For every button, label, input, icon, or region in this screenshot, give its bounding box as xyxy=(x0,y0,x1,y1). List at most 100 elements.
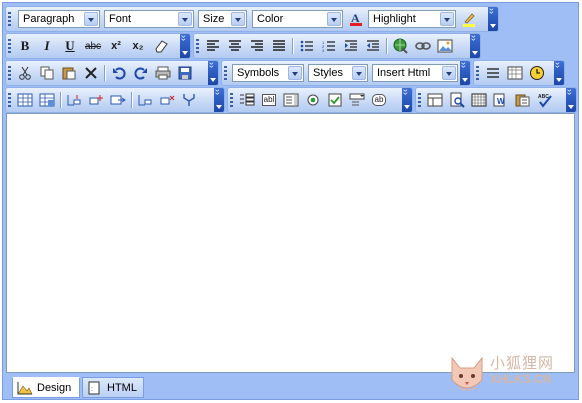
chevron-down-icon xyxy=(288,66,302,80)
align-left-button[interactable] xyxy=(203,37,223,55)
align-center-button[interactable] xyxy=(225,37,245,55)
horizontal-rule-button[interactable] xyxy=(483,64,503,82)
toolbar-grip[interactable] xyxy=(8,12,11,27)
font-select[interactable]: Font xyxy=(104,10,194,28)
paste-text-button[interactable] xyxy=(513,91,533,109)
underline-button[interactable]: U xyxy=(60,37,80,55)
align-center-icon xyxy=(229,40,241,51)
delete-row-button[interactable] xyxy=(135,91,155,109)
bullet-list-button[interactable] xyxy=(297,37,317,55)
insert-table-button[interactable] xyxy=(15,91,35,109)
outdent-button[interactable] xyxy=(363,37,383,55)
split-cell-icon xyxy=(183,94,195,106)
insert-layer-button[interactable] xyxy=(425,91,445,109)
watermark: 小狐狸网 XHLKS.CN xyxy=(440,350,575,400)
toolbar-overflow-button[interactable] xyxy=(566,88,576,112)
toolbar-overflow-button[interactable] xyxy=(402,88,412,112)
toolbar-grip[interactable] xyxy=(8,93,11,108)
bold-button[interactable]: B xyxy=(15,37,35,55)
insert-form-button[interactable] xyxy=(237,91,257,109)
undo-button[interactable] xyxy=(109,64,129,82)
copy-button[interactable] xyxy=(37,64,57,82)
insert-link-button[interactable] xyxy=(391,37,411,55)
toolbar-grip[interactable] xyxy=(196,39,199,54)
textarea-icon xyxy=(283,93,299,107)
indent-icon xyxy=(345,40,357,51)
checkbox-icon xyxy=(328,93,342,107)
preview-button[interactable] xyxy=(447,91,467,109)
delete-button[interactable] xyxy=(81,64,101,82)
insert-textbox-button[interactable]: abl xyxy=(259,91,279,109)
insert-time-button[interactable] xyxy=(527,64,547,82)
toolbar-overflow-button[interactable] xyxy=(488,7,498,31)
toolbar-grip[interactable] xyxy=(8,39,11,54)
paragraph-select[interactable]: Paragraph xyxy=(18,10,100,28)
toolbar-overflow-button[interactable] xyxy=(214,88,224,112)
insert-form-button-button[interactable]: ab xyxy=(369,91,389,109)
size-select-label: Size xyxy=(203,13,225,25)
clear-formatting-button[interactable] xyxy=(151,37,171,55)
insert-date-button[interactable] xyxy=(505,64,525,82)
save-button[interactable] xyxy=(175,64,195,82)
indent-button[interactable] xyxy=(341,37,361,55)
separator xyxy=(292,38,294,54)
font-color-button[interactable]: A xyxy=(346,10,366,28)
print-button[interactable] xyxy=(153,64,173,82)
insert-column-button[interactable] xyxy=(86,91,106,109)
toolbar-overflow-button[interactable] xyxy=(470,34,480,58)
insert-html-select-label: Insert Html xyxy=(377,67,431,79)
superscript-button[interactable]: x² xyxy=(106,37,126,55)
paste-button[interactable] xyxy=(59,64,79,82)
toolbar-overflow-button[interactable] xyxy=(180,34,190,58)
table-properties-button[interactable] xyxy=(37,91,57,109)
undo-icon xyxy=(113,67,126,80)
toolbar-grip[interactable] xyxy=(224,66,227,81)
insert-dropdown-button[interactable] xyxy=(347,91,367,109)
numbered-list-button[interactable]: 123 xyxy=(319,37,339,55)
color-select[interactable]: Color xyxy=(252,10,343,28)
insert-html-select[interactable]: Insert Html xyxy=(372,64,458,82)
redo-button[interactable] xyxy=(131,64,151,82)
spell-check-button[interactable]: ABC xyxy=(535,91,555,109)
cut-button[interactable] xyxy=(15,64,35,82)
toolbar-overflow-button[interactable] xyxy=(460,61,470,85)
word-clean-button[interactable]: W xyxy=(491,91,511,109)
highlight-select[interactable]: Highlight xyxy=(368,10,456,28)
toolbar-overflow-button[interactable] xyxy=(208,61,218,85)
tab-design-label: Design xyxy=(37,381,72,394)
toolbar-grip[interactable] xyxy=(418,93,421,108)
italic-button[interactable]: I xyxy=(37,37,57,55)
toolbar-grip[interactable] xyxy=(8,66,11,81)
full-screen-button[interactable] xyxy=(469,91,489,109)
form-icon xyxy=(240,93,255,106)
toolbar-grip[interactable] xyxy=(230,93,233,108)
split-cell-button[interactable] xyxy=(179,91,199,109)
paste-text-icon xyxy=(515,94,530,107)
insert-image-button[interactable] xyxy=(435,37,455,55)
delete-column-button[interactable] xyxy=(157,91,177,109)
strikethrough-button[interactable]: abc xyxy=(83,37,103,55)
tab-html[interactable]: : HTML xyxy=(82,377,144,398)
floppy-disk-icon xyxy=(178,66,192,80)
merge-cells-button[interactable] xyxy=(108,91,128,109)
editor-content-area[interactable] xyxy=(6,113,575,373)
toolbar-grip[interactable] xyxy=(476,66,479,81)
size-select[interactable]: Size xyxy=(198,10,247,28)
justify-button[interactable] xyxy=(269,37,289,55)
scissors-icon xyxy=(19,66,31,80)
toolbar-overflow-button[interactable] xyxy=(554,61,564,85)
svg-text:W: W xyxy=(497,97,505,106)
insert-textarea-button[interactable] xyxy=(281,91,301,109)
styles-select[interactable]: Styles xyxy=(308,64,368,82)
insert-row-button[interactable] xyxy=(64,91,84,109)
symbols-select[interactable]: Symbols xyxy=(232,64,304,82)
insert-checkbox-button[interactable] xyxy=(325,91,345,109)
align-right-button[interactable] xyxy=(247,37,267,55)
insert-radio-button[interactable] xyxy=(303,91,323,109)
subscript-button[interactable]: x₂ xyxy=(128,37,148,55)
font-color-icon: A xyxy=(350,11,362,26)
highlight-color-button[interactable] xyxy=(459,10,479,28)
tab-design[interactable]: Design xyxy=(12,377,80,398)
insert-row-icon xyxy=(67,95,81,106)
remove-link-button[interactable] xyxy=(413,37,433,55)
